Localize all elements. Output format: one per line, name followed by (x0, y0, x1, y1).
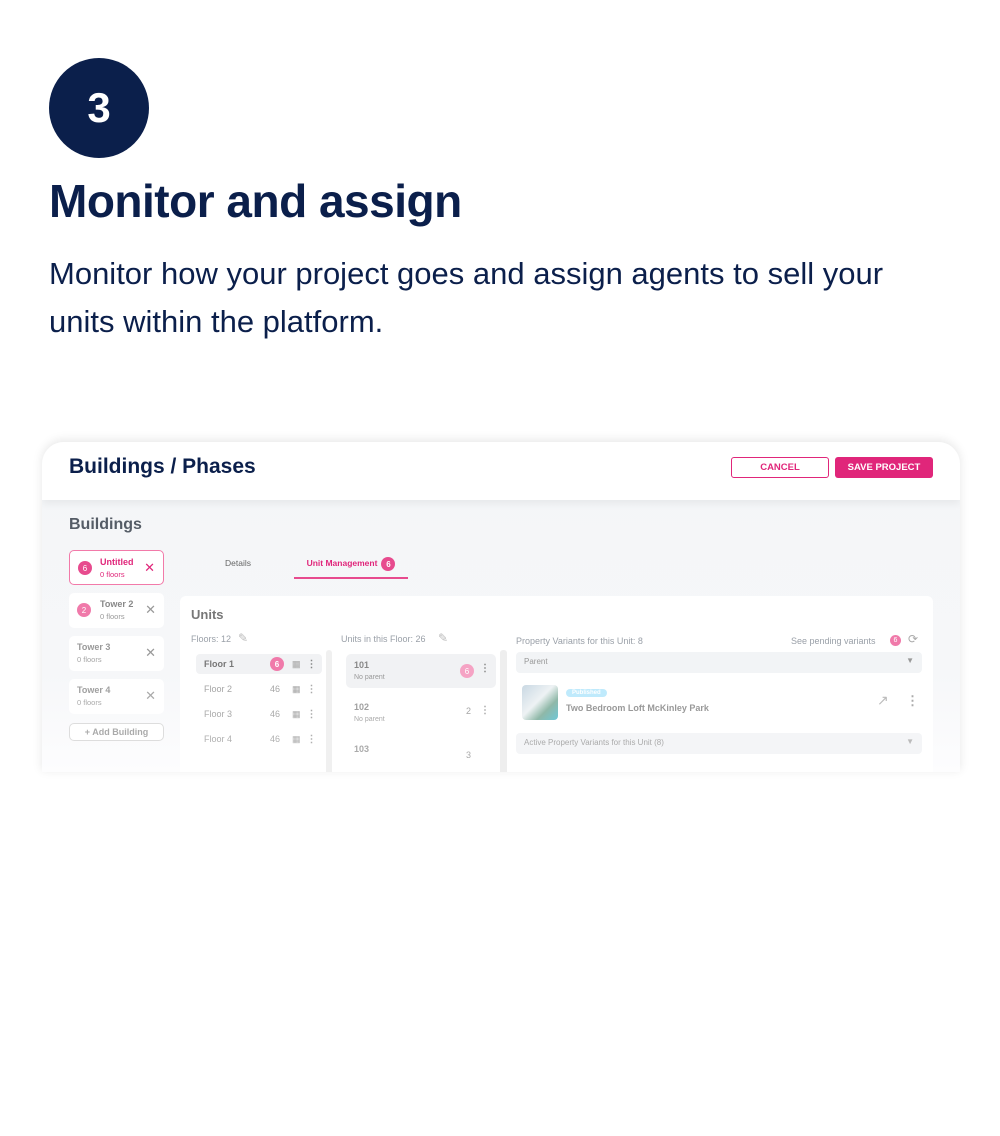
units-heading: Units (191, 607, 224, 622)
refresh-icon[interactable]: ⟳ (908, 632, 918, 646)
unit-row[interactable]: 103 3 (346, 738, 496, 772)
chevron-down-icon: ▼ (906, 737, 914, 746)
tab-label: Unit Management (306, 558, 378, 568)
app-screenshot: Buildings / Phases CANCEL SAVE PROJECT B… (42, 442, 960, 772)
floor-count: 46 (270, 684, 281, 694)
floorplan-icon[interactable]: ▦ (292, 659, 301, 670)
building-item-tower-2[interactable]: 2 Tower 2 0 floors ✕ (69, 593, 164, 628)
close-icon[interactable]: ✕ (144, 560, 155, 576)
floor-row[interactable]: Floor 3 46 ▦ ⋮ (196, 704, 322, 724)
status-badge: Published (566, 689, 607, 697)
building-badge: 2 (77, 603, 91, 617)
floors-scrollbar[interactable] (326, 650, 332, 772)
unit-name: 103 (354, 744, 370, 754)
unit-row[interactable]: 102 No parent 2 ⋮ (346, 696, 496, 730)
floor-count: 46 (270, 734, 281, 744)
edit-icon[interactable]: ✎ (238, 631, 248, 645)
building-floors: 0 floors (100, 570, 125, 579)
units-panel: Units Floors: 12 ✎ Units in this Floor: … (180, 596, 933, 772)
building-name: Tower 3 (77, 642, 111, 652)
unit-count: 2 (466, 706, 472, 716)
floor-row[interactable]: Floor 4 46 ▦ ⋮ (196, 729, 322, 749)
chevron-down-icon: ▼ (906, 656, 914, 665)
building-floors: 0 floors (77, 655, 102, 664)
cancel-button[interactable]: CANCEL (731, 457, 829, 478)
floor-row[interactable]: Floor 2 46 ▦ ⋮ (196, 679, 322, 699)
tab-details[interactable]: Details (225, 558, 251, 568)
tab-unit-management[interactable]: Unit Management 6 (294, 554, 408, 579)
more-icon[interactable]: ⋮ (307, 709, 317, 720)
floor-count-badge: 6 (270, 657, 284, 671)
buildings-heading: Buildings (69, 516, 142, 533)
app-header: Buildings / Phases CANCEL SAVE PROJECT (42, 442, 960, 500)
floorplan-icon[interactable]: ▦ (292, 684, 301, 695)
edit-icon[interactable]: ✎ (438, 631, 448, 645)
floor-name: Floor 3 (204, 709, 233, 719)
variant-name[interactable]: Two Bedroom Loft McKinley Park (566, 703, 709, 713)
add-building-button[interactable]: + Add Building (69, 723, 164, 741)
building-name: Untitled (100, 557, 134, 567)
close-icon[interactable]: ✕ (145, 602, 156, 618)
more-icon[interactable]: ⋮ (307, 684, 317, 695)
save-project-button[interactable]: SAVE PROJECT (835, 457, 933, 478)
floor-count: 46 (270, 709, 281, 719)
floorplan-icon[interactable]: ▦ (292, 709, 301, 720)
external-link-icon[interactable]: ↗ (877, 692, 889, 709)
see-pending-variants-link[interactable]: See pending variants (791, 636, 876, 646)
building-floors: 0 floors (77, 698, 102, 707)
variants-label: Property Variants for this Unit: 8 (516, 636, 643, 646)
floorplan-icon[interactable]: ▦ (292, 734, 301, 745)
more-icon[interactable]: ⋮ (480, 663, 490, 674)
unit-name: 101 (354, 660, 370, 670)
page-title: Monitor and assign (49, 175, 462, 227)
select-value: Active Property Variants for this Unit (… (524, 738, 664, 747)
unit-count-badge: 6 (460, 664, 474, 678)
building-badge: 6 (78, 561, 92, 575)
close-icon[interactable]: ✕ (145, 688, 156, 704)
building-name: Tower 2 (100, 599, 134, 609)
header-title: Buildings / Phases (69, 455, 256, 478)
active-variants-select[interactable]: Active Property Variants for this Unit (… (516, 733, 922, 754)
floor-row[interactable]: Floor 1 6 ▦ ⋮ (196, 654, 322, 674)
floor-name: Floor 2 (204, 684, 233, 694)
page-description: Monitor how your project goes and assign… (49, 256, 884, 339)
building-item-tower-4[interactable]: Tower 4 0 floors ✕ (69, 679, 164, 714)
more-icon[interactable]: ⋮ (307, 734, 317, 745)
tab-badge: 6 (381, 557, 396, 571)
building-item-untitled[interactable]: 6 Untitled 0 floors ✕ (69, 550, 164, 585)
building-name: Tower 4 (77, 685, 111, 695)
unit-row[interactable]: 101 No parent 6 ⋮ (346, 654, 496, 688)
floor-name: Floor 1 (204, 659, 235, 669)
step-number-badge: 3 (49, 58, 149, 158)
floor-name: Floor 4 (204, 734, 233, 744)
unit-count: 3 (466, 750, 472, 760)
more-icon[interactable]: ⋮ (307, 659, 317, 670)
property-thumbnail (522, 685, 558, 720)
select-value: Parent (524, 657, 548, 666)
unit-parent: No parent (354, 674, 385, 681)
unit-parent: No parent (354, 716, 385, 723)
pending-badge: 6 (890, 635, 901, 646)
more-icon[interactable]: ⋮ (480, 705, 490, 716)
floors-label: Floors: 12 (191, 634, 232, 644)
close-icon[interactable]: ✕ (145, 645, 156, 661)
building-item-tower-3[interactable]: Tower 3 0 floors ✕ (69, 636, 164, 671)
units-scrollbar[interactable] (500, 650, 507, 772)
parent-select[interactable]: Parent ▼ (516, 652, 922, 673)
units-label: Units in this Floor: 26 (341, 634, 426, 644)
unit-name: 102 (354, 702, 370, 712)
more-icon[interactable]: ⋮ (906, 693, 919, 709)
building-floors: 0 floors (100, 612, 125, 621)
